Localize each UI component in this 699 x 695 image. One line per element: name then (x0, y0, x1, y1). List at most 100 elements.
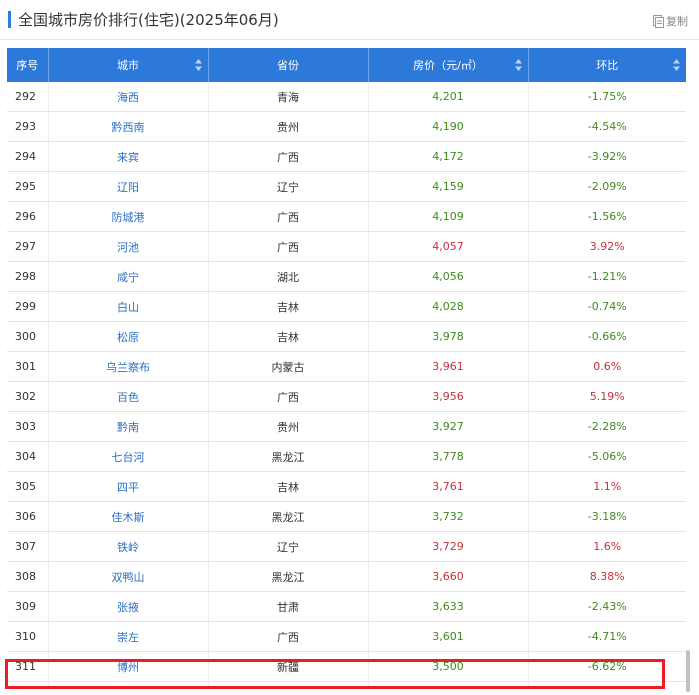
table-row: 298 咸宁 湖北 4,056 -1.21% (7, 261, 686, 292)
price-cell: 3,729 (368, 531, 529, 562)
change-cell: -2.28% (528, 411, 686, 442)
province-cell: 新疆 (208, 651, 369, 682)
city-link[interactable]: 鹤岗 (48, 681, 209, 688)
price-cell: 4,056 (368, 261, 529, 292)
table-row: 294 来宾 广西 4,172 -3.92% (7, 141, 686, 172)
city-link[interactable]: 黔西南 (48, 111, 209, 142)
header-price-label: 房价（元/㎡） (413, 59, 483, 72)
province-cell: 吉林 (208, 291, 369, 322)
change-cell: 8.38% (528, 561, 686, 592)
change-cell: -0.74% (528, 291, 686, 322)
city-link[interactable]: 张掖 (48, 591, 209, 622)
rank-cell: 294 (7, 141, 49, 172)
province-cell: 广西 (208, 381, 369, 412)
change-cell: -5.06% (528, 441, 686, 472)
table-row: 295 辽阳 辽宁 4,159 -2.09% (7, 171, 686, 202)
city-link[interactable]: 四平 (48, 471, 209, 502)
city-link[interactable]: 咸宁 (48, 261, 209, 292)
city-link[interactable]: 河池 (48, 231, 209, 262)
header-rank: 序号 (7, 48, 49, 82)
province-cell: 吉林 (208, 321, 369, 352)
price-cell: 3,978 (368, 321, 529, 352)
title-accent-bar (8, 11, 11, 28)
sort-icon[interactable] (194, 59, 202, 71)
change-cell: 3.92% (528, 231, 686, 262)
change-cell: -4.71% (528, 621, 686, 652)
province-cell: 内蒙古 (208, 351, 369, 382)
header-change[interactable]: 环比 (528, 48, 686, 82)
header-city[interactable]: 城市 (48, 48, 209, 82)
scrollbar-thumb[interactable] (686, 650, 690, 692)
city-link[interactable]: 来宾 (48, 141, 209, 172)
price-cell: 3,778 (368, 441, 529, 472)
header-price[interactable]: 房价（元/㎡） (368, 48, 529, 82)
header-change-label: 环比 (596, 59, 619, 72)
page-title: 全国城市房价排行(住宅)(2025年06月) (18, 11, 279, 29)
table-row: 303 黔南 贵州 3,927 -2.28% (7, 411, 686, 442)
change-cell: 1.6% (528, 531, 686, 562)
rank-cell: 306 (7, 501, 49, 532)
rank-cell: 304 (7, 441, 49, 472)
table-row: 292 海西 青海 4,201 -1.75% (7, 82, 686, 112)
province-cell: 甘肃 (208, 591, 369, 622)
change-cell: -3.92% (528, 141, 686, 172)
change-cell: -1.56% (528, 201, 686, 232)
rank-cell: 305 (7, 471, 49, 502)
city-link[interactable]: 防城港 (48, 201, 209, 232)
table-row: 297 河池 广西 4,057 3.92% (7, 231, 686, 262)
table-row: 312鹤岗黑龙江1,984-11.41% (7, 681, 686, 688)
price-cell: 3,732 (368, 501, 529, 532)
rank-cell: 303 (7, 411, 49, 442)
city-link[interactable]: 七台河 (48, 441, 209, 472)
province-cell: 广西 (208, 621, 369, 652)
rank-cell: 308 (7, 561, 49, 592)
city-link[interactable]: 百色 (48, 381, 209, 412)
rank-cell: 302 (7, 381, 49, 412)
header-province-label: 省份 (277, 59, 299, 72)
province-cell: 黑龙江 (208, 681, 369, 688)
price-cell: 4,057 (368, 231, 529, 262)
sort-icon[interactable] (514, 59, 522, 71)
copy-label: 复制 (666, 15, 688, 28)
title-bar: 全国城市房价排行(住宅)(2025年06月) 复制 (0, 0, 699, 40)
price-cell: 4,109 (368, 201, 529, 232)
rank-cell: 300 (7, 321, 49, 352)
city-link[interactable]: 铁岭 (48, 531, 209, 562)
city-link[interactable]: 松原 (48, 321, 209, 352)
ranking-table: 序号 城市 省份 房价（元/㎡） 环比 292 海西 青海 4,201 -1.75% 29… (7, 48, 686, 688)
city-link[interactable]: 博州 (48, 651, 209, 682)
price-cell: 3,927 (368, 411, 529, 442)
table-row: 306 佳木斯 黑龙江 3,732 -3.18% (7, 501, 686, 532)
table-row: 307 铁岭 辽宁 3,729 1.6% (7, 531, 686, 562)
city-link[interactable]: 海西 (48, 82, 209, 112)
copy-icon (653, 14, 664, 28)
change-cell: 0.6% (528, 351, 686, 382)
price-cell: 3,956 (368, 381, 529, 412)
table-row: 304 七台河 黑龙江 3,778 -5.06% (7, 441, 686, 472)
change-cell: -1.21% (528, 261, 686, 292)
city-link[interactable]: 辽阳 (48, 171, 209, 202)
price-cell: 3,633 (368, 591, 529, 622)
price-cell: 3,761 (368, 471, 529, 502)
copy-button[interactable]: 复制 (653, 12, 688, 30)
table-row: 310 崇左 广西 3,601 -4.71% (7, 621, 686, 652)
city-link[interactable]: 崇左 (48, 621, 209, 652)
change-cell: -3.18% (528, 501, 686, 532)
price-cell: 3,500 (368, 651, 529, 682)
province-cell: 辽宁 (208, 171, 369, 202)
table-row: 296 防城港 广西 4,109 -1.56% (7, 201, 686, 232)
city-link[interactable]: 白山 (48, 291, 209, 322)
city-link[interactable]: 佳木斯 (48, 501, 209, 532)
province-cell: 辽宁 (208, 531, 369, 562)
rank-cell: 298 (7, 261, 49, 292)
table-row: 309 张掖 甘肃 3,633 -2.43% (7, 591, 686, 622)
province-cell: 黑龙江 (208, 441, 369, 472)
change-cell: -2.43% (528, 591, 686, 622)
header-province: 省份 (208, 48, 369, 82)
city-link[interactable]: 双鸭山 (48, 561, 209, 592)
rank-cell: 293 (7, 111, 49, 142)
sort-icon[interactable] (673, 59, 680, 71)
city-link[interactable]: 乌兰察布 (48, 351, 209, 382)
city-link[interactable]: 黔南 (48, 411, 209, 442)
change-cell: -6.62% (528, 651, 686, 682)
